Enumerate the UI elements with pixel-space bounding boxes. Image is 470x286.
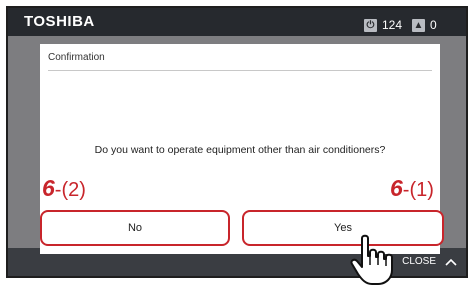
alarm-icon: ▲ <box>412 18 425 32</box>
pointing-hand-icon <box>350 234 393 285</box>
alarm-count: 0 <box>430 18 437 32</box>
chevron-up-icon[interactable] <box>444 255 458 269</box>
step-label-yes: 6-(1) <box>390 175 434 202</box>
dialog-title: Confirmation <box>48 52 105 63</box>
power-status: ⏻ 124 <box>364 18 402 32</box>
dialog-divider <box>48 70 432 71</box>
close-button[interactable]: CLOSE <box>402 256 436 267</box>
no-button[interactable]: No <box>40 210 230 246</box>
yes-button-label: Yes <box>334 222 352 234</box>
power-count: 124 <box>382 18 403 32</box>
alarm-status: ▲ 0 <box>412 18 437 32</box>
step-suffix: -(1) <box>402 179 434 201</box>
dialog-message: Do you want to operate equipment other t… <box>94 144 386 156</box>
step-label-no: 6-(2) <box>42 175 86 202</box>
step-suffix: -(2) <box>54 179 86 201</box>
power-icon: ⏻ <box>364 18 377 32</box>
brand-logo: TOSHIBA <box>24 13 95 30</box>
yes-button[interactable]: Yes <box>242 210 444 246</box>
top-bar: TOSHIBA ⏻ 124 ▲ 0 <box>8 8 466 36</box>
step-number: 6 <box>390 175 403 201</box>
no-button-label: No <box>127 222 143 234</box>
step-number: 6 <box>42 175 55 201</box>
